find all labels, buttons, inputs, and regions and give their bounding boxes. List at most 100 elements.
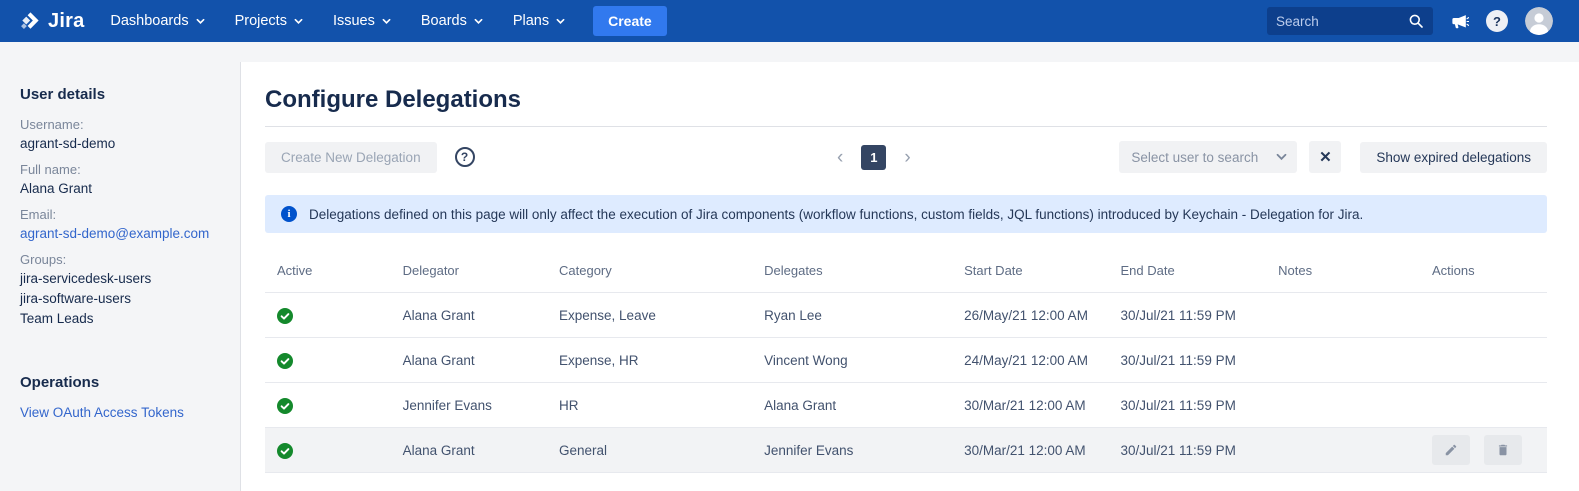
- fullname-label: Full name:: [20, 162, 224, 177]
- cell-category: Expense, HR: [547, 338, 752, 383]
- menu-dashboards[interactable]: Dashboards: [110, 13, 204, 29]
- cell-notes: [1266, 383, 1420, 428]
- table-row: Alana Grant Expense, HR Vincent Wong 24/…: [265, 338, 1547, 383]
- cell-actions: [1420, 293, 1547, 338]
- operations-title: Operations: [20, 374, 224, 391]
- cell-end-date: 30/Jul/21 11:59 PM: [1109, 338, 1267, 383]
- col-end-date: End Date: [1109, 263, 1267, 293]
- cell-delegates: Jennifer Evans: [752, 428, 952, 473]
- email-label: Email:: [20, 207, 224, 222]
- menu-issues-label: Issues: [333, 13, 375, 29]
- cell-actions: [1420, 383, 1547, 428]
- cell-start-date: 30/Mar/21 12:00 AM: [952, 383, 1108, 428]
- show-expired-delegations-button[interactable]: Show expired delegations: [1360, 142, 1547, 173]
- table-row-hovered: Alana Grant General Jennifer Evans 30/Ma…: [265, 428, 1547, 473]
- cell-delegator: Jennifer Evans: [391, 383, 547, 428]
- active-check-icon: [277, 357, 293, 372]
- toolbar: Create New Delegation ? ‹ 1 › Select use…: [265, 141, 1547, 173]
- cell-delegator: Alana Grant: [391, 338, 547, 383]
- cell-category: Expense, Leave: [547, 293, 752, 338]
- col-start-date: Start Date: [952, 263, 1108, 293]
- username-value: agrant-sd-demo: [20, 136, 224, 151]
- menu-boards-label: Boards: [421, 13, 467, 29]
- menu-dashboards-label: Dashboards: [110, 13, 188, 29]
- groups-field: Groups: jira-servicedesk-users jira-soft…: [20, 252, 224, 326]
- jira-logo-icon: [18, 10, 41, 33]
- col-notes: Notes: [1266, 263, 1420, 293]
- info-icon: i: [281, 206, 297, 222]
- pencil-icon: [1444, 443, 1458, 457]
- toolbar-right: Select user to search ✕ Show expired del…: [1119, 141, 1547, 173]
- cell-category: General: [547, 428, 752, 473]
- chevron-down-icon: [556, 13, 565, 29]
- prev-page-button[interactable]: ‹: [833, 148, 847, 167]
- col-delegates: Delegates: [752, 263, 952, 293]
- chevron-down-icon: [1276, 153, 1287, 161]
- cell-start-date: 30/Mar/21 12:00 AM: [952, 428, 1108, 473]
- menu-plans-label: Plans: [513, 13, 549, 29]
- delete-delegation-button[interactable]: [1484, 435, 1522, 465]
- cell-notes: [1266, 428, 1420, 473]
- announcements-icon[interactable]: [1450, 12, 1469, 31]
- email-link[interactable]: agrant-sd-demo@example.com: [20, 226, 224, 241]
- cell-start-date: 26/May/21 12:00 AM: [952, 293, 1108, 338]
- search-icon[interactable]: [1408, 13, 1424, 29]
- search-input[interactable]: [1276, 14, 1408, 29]
- menu-issues[interactable]: Issues: [333, 13, 391, 29]
- cell-notes: [1266, 338, 1420, 383]
- next-page-button[interactable]: ›: [900, 148, 914, 167]
- table-row: Jennifer Evans HR Alana Grant 30/Mar/21 …: [265, 383, 1547, 428]
- edit-delegation-button[interactable]: [1432, 435, 1470, 465]
- info-banner-text: Delegations defined on this page will on…: [309, 207, 1363, 222]
- menu-projects[interactable]: Projects: [235, 13, 303, 29]
- delegations-table: Active Delegator Category Delegates Star…: [265, 263, 1547, 473]
- active-check-icon: [277, 312, 293, 327]
- cell-actions: [1420, 428, 1547, 473]
- cell-end-date: 30/Jul/21 11:59 PM: [1109, 428, 1267, 473]
- brand-name: Jira: [48, 10, 84, 33]
- col-actions: Actions: [1420, 263, 1547, 293]
- clear-filter-button[interactable]: ✕: [1309, 141, 1341, 173]
- main-content: Configure Delegations Create New Delegat…: [240, 62, 1579, 491]
- cell-delegator: Alana Grant: [391, 293, 547, 338]
- info-banner: i Delegations defined on this page will …: [265, 195, 1547, 233]
- jira-logo[interactable]: Jira: [18, 10, 84, 33]
- menu-projects-label: Projects: [235, 13, 287, 29]
- chevron-down-icon: [474, 13, 483, 29]
- username-field: Username: agrant-sd-demo: [20, 117, 224, 151]
- fullname-value: Alana Grant: [20, 181, 224, 196]
- create-button[interactable]: Create: [593, 6, 667, 36]
- col-category: Category: [547, 263, 752, 293]
- pagination: ‹ 1 ›: [833, 141, 915, 173]
- user-details-title: User details: [20, 86, 224, 103]
- user-search-select[interactable]: Select user to search: [1119, 141, 1297, 173]
- cell-start-date: 24/May/21 12:00 AM: [952, 338, 1108, 383]
- col-active: Active: [265, 263, 391, 293]
- cell-delegates: Vincent Wong: [752, 338, 952, 383]
- col-delegator: Delegator: [391, 263, 547, 293]
- help-icon[interactable]: ?: [1486, 10, 1508, 32]
- active-check-icon: [277, 447, 293, 462]
- page-title: Configure Delegations: [265, 62, 1547, 127]
- menu-boards[interactable]: Boards: [421, 13, 483, 29]
- cell-end-date: 30/Jul/21 11:59 PM: [1109, 383, 1267, 428]
- chevron-down-icon: [294, 13, 303, 29]
- navbar-right: ?: [1267, 7, 1553, 35]
- view-oauth-tokens-link[interactable]: View OAuth Access Tokens: [20, 405, 224, 420]
- email-field: Email: agrant-sd-demo@example.com: [20, 207, 224, 241]
- chevron-down-icon: [196, 13, 205, 29]
- groups-label: Groups:: [20, 252, 224, 267]
- delegation-help-icon[interactable]: ?: [455, 147, 475, 167]
- trash-icon: [1496, 443, 1510, 457]
- cell-delegates: Ryan Lee: [752, 293, 952, 338]
- current-page-indicator[interactable]: 1: [861, 145, 886, 170]
- top-navbar: Jira Dashboards Projects Issues Boards P…: [0, 0, 1579, 42]
- cell-delegates: Alana Grant: [752, 383, 952, 428]
- table-row: Alana Grant Expense, Leave Ryan Lee 26/M…: [265, 293, 1547, 338]
- create-new-delegation-button[interactable]: Create New Delegation: [265, 142, 437, 173]
- main-menu: Dashboards Projects Issues Boards Plans: [110, 13, 565, 29]
- cell-notes: [1266, 293, 1420, 338]
- user-avatar[interactable]: [1525, 7, 1553, 35]
- menu-plans[interactable]: Plans: [513, 13, 565, 29]
- group-item: jira-software-users: [20, 291, 224, 306]
